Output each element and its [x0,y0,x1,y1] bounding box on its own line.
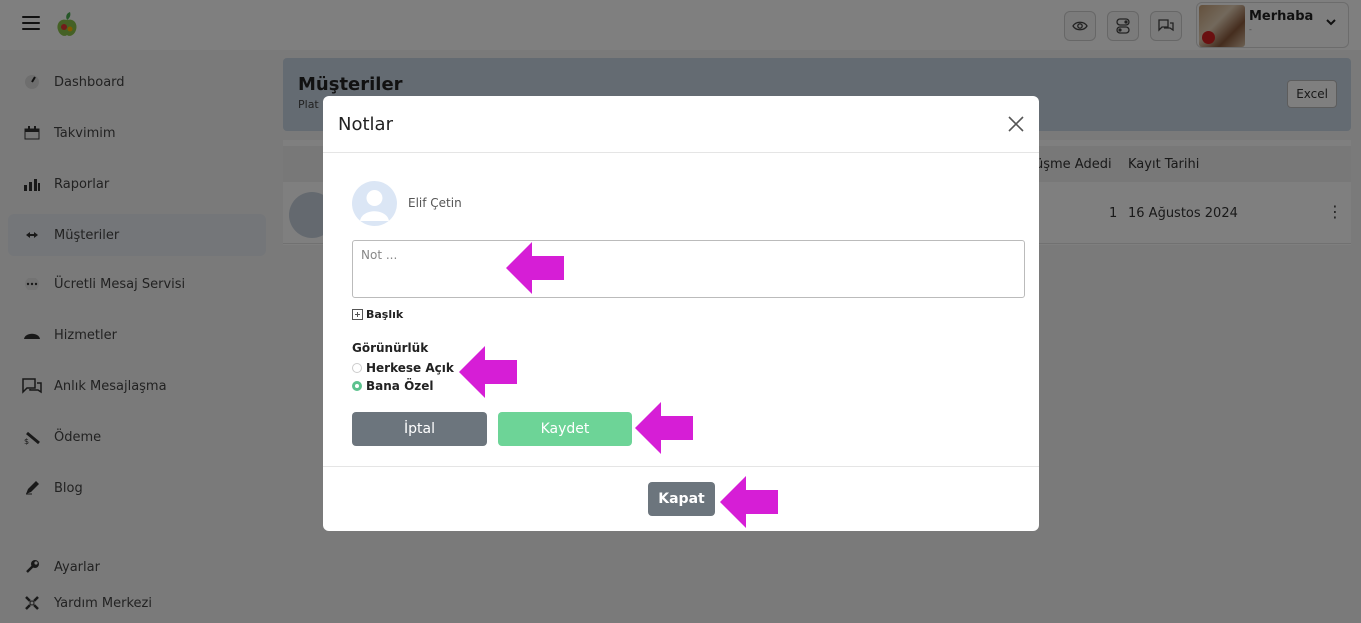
close-icon[interactable] [1007,115,1025,133]
close-button[interactable]: Kapat [648,482,715,516]
add-title-toggle[interactable]: Başlık [352,308,403,321]
visibility-option-public[interactable]: Herkese Açık [352,361,454,375]
notes-modal: Notlar Elif Çetin Başlık Görünürlük Herk… [323,96,1039,531]
annotation-arrow-icon [459,346,517,398]
radio-public[interactable] [352,363,362,373]
visibility-label: Görünürlük [352,341,429,355]
radio-private[interactable] [352,381,362,391]
annotation-arrow-icon [635,402,693,454]
user-placeholder-icon [360,190,389,221]
visibility-option-label: Herkese Açık [366,361,454,375]
modal-header: Notlar [323,96,1039,153]
annotation-arrow-icon [506,242,564,294]
modal-title: Notlar [338,114,393,135]
visibility-option-label: Bana Özel [366,379,434,393]
modal-footer-divider [323,466,1039,467]
save-button[interactable]: Kaydet [498,412,632,446]
annotation-arrow-icon [720,476,778,528]
visibility-option-private[interactable]: Bana Özel [352,379,434,393]
author-name: Elif Çetin [408,196,462,210]
cancel-button[interactable]: İptal [352,412,487,446]
add-title-label: Başlık [366,308,404,321]
avatar [352,181,397,226]
note-input[interactable] [352,240,1025,298]
plus-icon [352,309,363,320]
